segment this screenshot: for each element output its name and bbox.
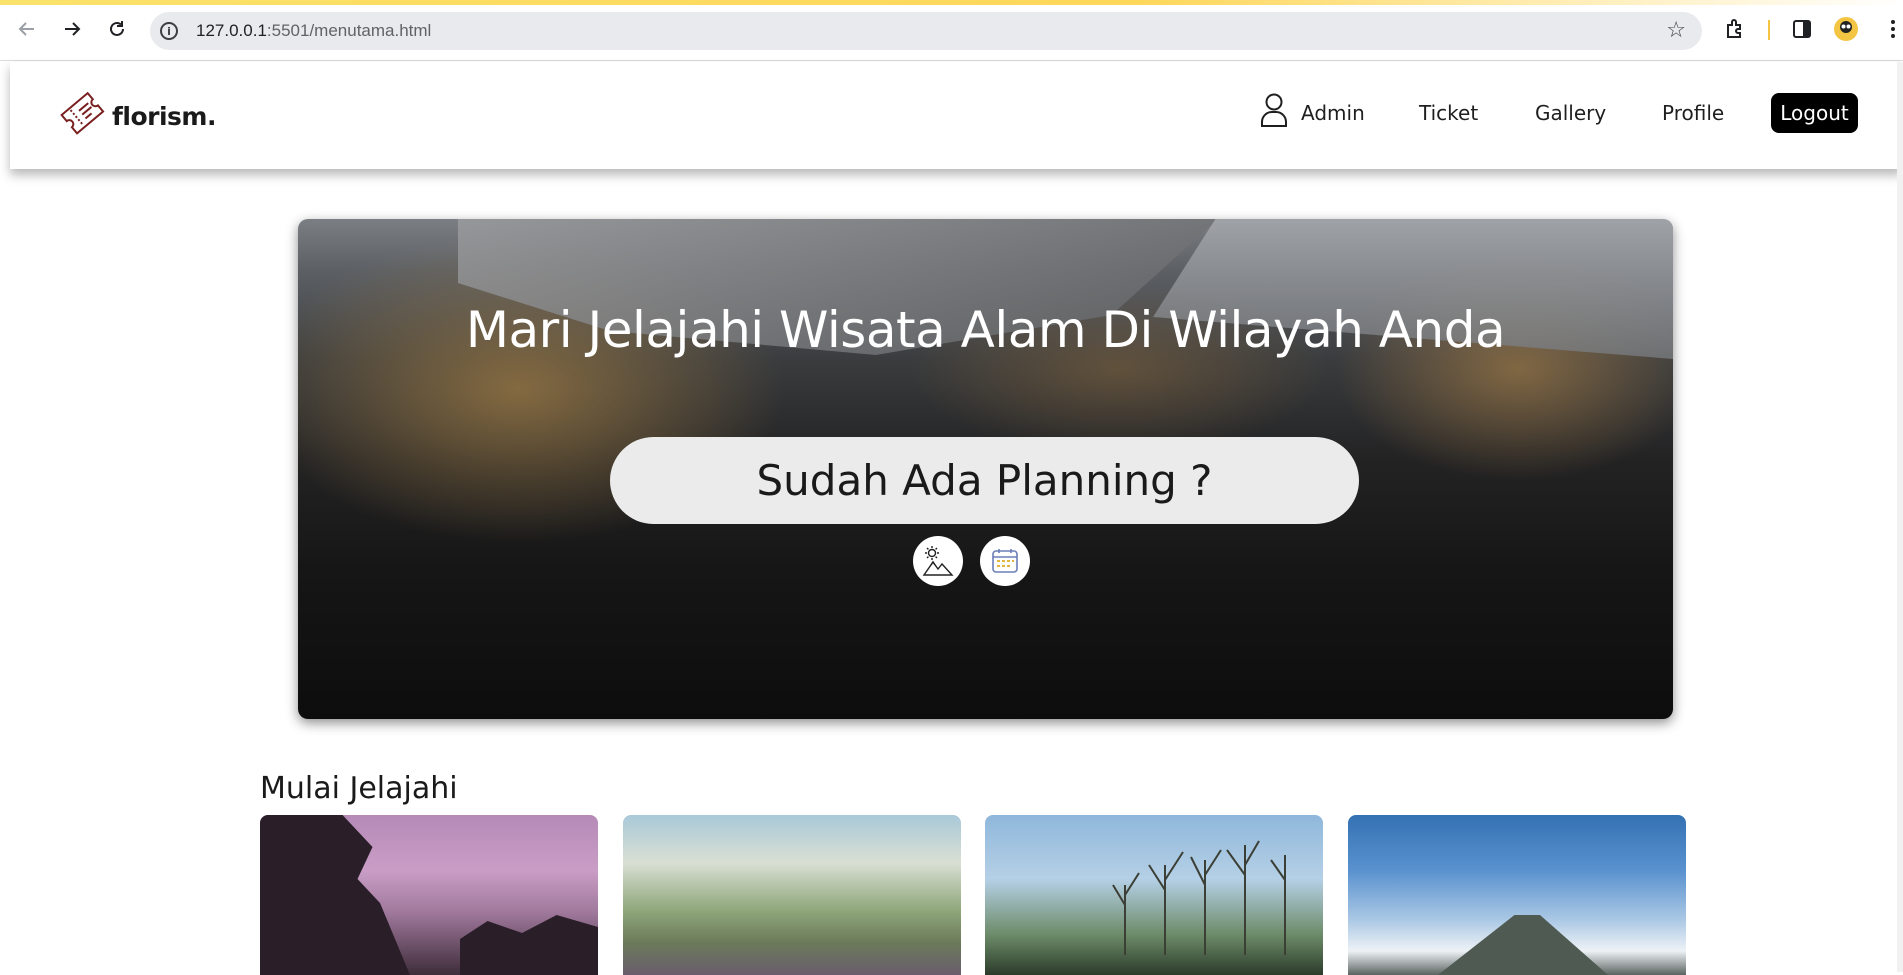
nav-ticket[interactable]: Ticket bbox=[1419, 101, 1478, 125]
destination-card[interactable] bbox=[623, 815, 961, 975]
user-icon[interactable] bbox=[1259, 92, 1289, 132]
destination-card[interactable] bbox=[985, 815, 1323, 975]
destination-card[interactable] bbox=[260, 815, 598, 975]
url-text[interactable]: 127.0.0.1:5501/menutama.html bbox=[196, 21, 431, 41]
address-bar[interactable]: i 127.0.0.1:5501/menutama.html ☆ bbox=[150, 12, 1702, 50]
extensions-icon[interactable] bbox=[1722, 16, 1748, 42]
calendar-icon[interactable] bbox=[980, 536, 1030, 586]
section-title-mulai-jelajahi: Mulai Jelajahi bbox=[260, 771, 458, 806]
hero-banner: Mari Jelajahi Wisata Alam Di Wilayah And… bbox=[298, 219, 1673, 719]
card-image-cliff bbox=[260, 815, 410, 975]
profile-avatar-icon[interactable] bbox=[1833, 16, 1859, 42]
logout-button[interactable]: Logout bbox=[1771, 93, 1858, 133]
planning-button[interactable]: Sudah Ada Planning ? bbox=[610, 437, 1359, 524]
logo[interactable]: florism. bbox=[58, 87, 216, 145]
page-scrollbar[interactable] bbox=[1897, 62, 1903, 972]
destination-card[interactable] bbox=[1348, 815, 1686, 975]
bookmark-star-icon[interactable]: ☆ bbox=[1666, 18, 1686, 43]
card-image-trees bbox=[1105, 835, 1305, 955]
loading-accent-bar bbox=[0, 0, 1903, 5]
nav-gallery[interactable]: Gallery bbox=[1535, 101, 1606, 125]
ticket-logo-icon bbox=[58, 87, 108, 145]
mountain-sun-icon[interactable] bbox=[913, 536, 963, 586]
site-header: florism. Admin Ticket Gallery Profile Lo… bbox=[10, 62, 1903, 169]
toolbar-separator bbox=[1768, 20, 1770, 40]
side-panel-icon[interactable] bbox=[1789, 16, 1815, 42]
back-icon[interactable] bbox=[15, 17, 39, 41]
reload-icon[interactable] bbox=[105, 17, 129, 41]
nav-profile[interactable]: Profile bbox=[1662, 101, 1724, 125]
forward-icon[interactable] bbox=[60, 17, 84, 41]
site-info-icon[interactable]: i bbox=[160, 22, 178, 40]
browser-toolbar: i 127.0.0.1:5501/menutama.html ☆ bbox=[0, 0, 1903, 61]
card-image-rocks bbox=[460, 915, 598, 975]
card-image-volcano bbox=[1438, 915, 1608, 975]
url-path: :5501/menutama.html bbox=[266, 21, 432, 40]
hero-title: Mari Jelajahi Wisata Alam Di Wilayah And… bbox=[465, 301, 1506, 359]
nav-admin[interactable]: Admin bbox=[1301, 101, 1365, 125]
url-host: 127.0.0.1 bbox=[196, 21, 267, 40]
more-menu-icon[interactable] bbox=[1886, 16, 1900, 42]
logo-text: florism. bbox=[112, 101, 216, 131]
